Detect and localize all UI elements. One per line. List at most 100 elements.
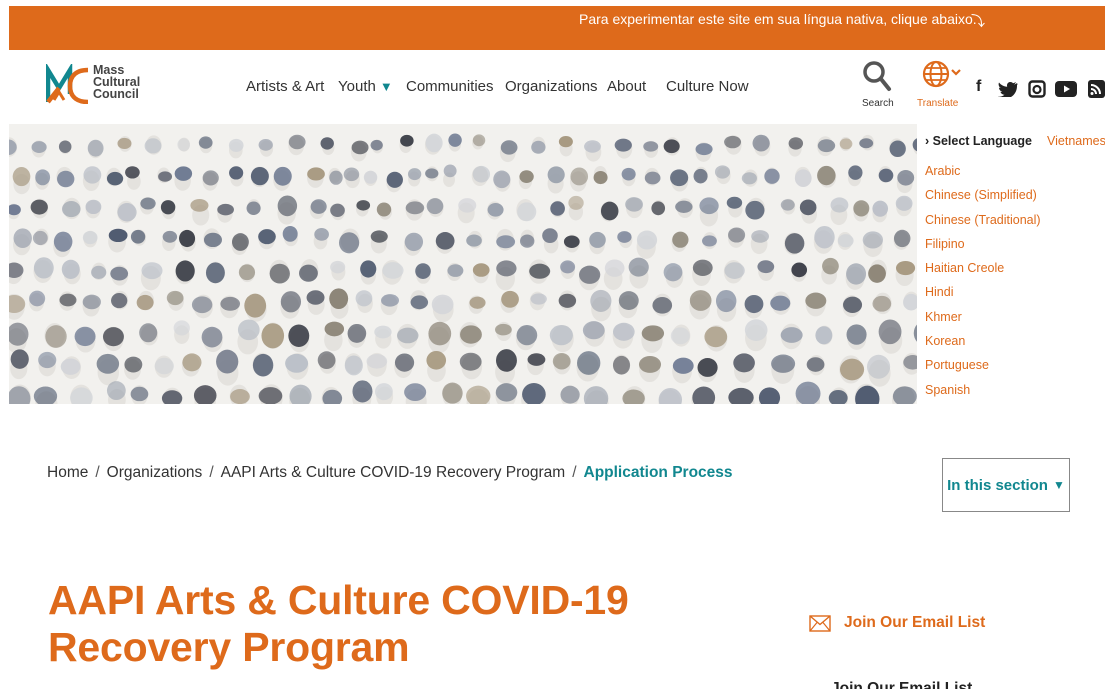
language-option[interactable]: Portuguese: [925, 353, 1041, 377]
crowd-head: [87, 139, 104, 159]
crowd-head: [471, 165, 491, 187]
crowd-head: [542, 228, 559, 254]
crowd-head: [799, 199, 818, 224]
crowd-head: [381, 260, 404, 285]
envelope-icon: [809, 614, 831, 632]
crowd-head: [329, 288, 349, 319]
crowd-head: [903, 291, 917, 311]
crowd-head: [9, 384, 31, 404]
crowd-head: [124, 356, 143, 380]
search-button[interactable]: Search: [862, 60, 894, 109]
breadcrumb-aapi-program[interactable]: AAPI Arts & Culture COVID-19 Recovery Pr…: [221, 464, 566, 481]
rss-icon[interactable]: [1088, 80, 1105, 98]
nav-communities[interactable]: Communities: [406, 78, 494, 95]
crowd-head: [457, 198, 477, 224]
translation-banner: Para experimentar este site em sua língu…: [9, 6, 1105, 50]
crowd-head: [699, 197, 719, 227]
crowd-head: [893, 229, 911, 250]
crowd-head: [370, 230, 388, 254]
crowd-head: [343, 167, 360, 189]
language-option[interactable]: Haitian Creole: [925, 256, 1041, 280]
logo-line-council: Council: [93, 87, 139, 101]
crowd-head: [91, 262, 107, 280]
crowd-head: [136, 290, 155, 311]
nav-youth[interactable]: Youth ▼: [338, 78, 393, 95]
language-option[interactable]: Hindi: [925, 280, 1041, 304]
crowd-head: [672, 357, 694, 384]
crowd-head: [366, 352, 388, 377]
nav-label: Communities: [406, 78, 494, 95]
language-option-vietnamese[interactable]: Vietnamese: [1047, 134, 1105, 148]
join-email-list-link[interactable]: Join Our Email List: [809, 614, 985, 632]
crowd-head: [828, 387, 849, 404]
crowd-head: [250, 166, 269, 188]
crowd-head: [285, 352, 309, 380]
crowd-head: [515, 325, 538, 351]
crowd-head: [895, 260, 916, 287]
crowd-head: [139, 197, 156, 215]
twitter-icon[interactable]: [998, 81, 1018, 97]
crowd-head: [237, 319, 260, 355]
crowd-head: [780, 198, 796, 215]
crowd-head: [578, 265, 601, 291]
crowd-head: [468, 295, 486, 314]
breadcrumb-home[interactable]: Home: [47, 464, 88, 481]
crowd-head: [282, 225, 298, 247]
facebook-icon[interactable]: f: [976, 78, 981, 96]
crowd-head: [847, 165, 863, 187]
language-option[interactable]: Chinese (Simplified): [925, 183, 1041, 207]
translate-label: Translate: [917, 98, 959, 109]
crowd-head: [839, 355, 865, 384]
in-this-section-button[interactable]: In this section ▼: [942, 458, 1070, 512]
nav-organizations[interactable]: Organizations: [505, 78, 598, 95]
crowd-head: [516, 199, 537, 222]
crowd-head: [691, 386, 716, 404]
crowd-head: [560, 385, 580, 404]
crowd-head: [60, 356, 82, 380]
nav-label: Artists & Art: [246, 78, 325, 95]
crowd-head: [813, 225, 835, 254]
caret-down-icon: ▼: [379, 79, 393, 94]
crowd-head: [733, 353, 755, 383]
instagram-icon[interactable]: [1028, 80, 1046, 98]
language-option[interactable]: Filipino: [925, 232, 1041, 256]
crowd-head: [405, 199, 425, 221]
crowd-head: [612, 322, 635, 349]
language-option[interactable]: Korean: [925, 329, 1041, 353]
crowd-head: [817, 165, 837, 188]
crowd-head: [651, 199, 666, 216]
crowd-head: [347, 323, 367, 348]
crowd-head: [313, 228, 329, 250]
crowd-head: [380, 294, 400, 316]
crowd-head: [166, 290, 184, 311]
crowd-head: [407, 168, 422, 187]
crowd-head: [442, 382, 463, 404]
crowd-head: [330, 203, 345, 221]
crowd-head: [289, 384, 312, 404]
crowd-head: [355, 290, 373, 314]
crowd-head: [895, 195, 913, 217]
crowd-head: [269, 259, 290, 284]
language-option[interactable]: Arabic: [925, 159, 1041, 183]
nav-label: Culture Now: [666, 78, 749, 95]
crowd-head: [82, 294, 101, 317]
globe-icon: [922, 60, 961, 88]
nav-culture-now[interactable]: Culture Now: [666, 78, 749, 95]
crowd-head: [563, 234, 580, 253]
crowd-head: [108, 228, 128, 253]
nav-about[interactable]: About: [607, 78, 646, 95]
crowd-head: [38, 351, 57, 377]
translate-button[interactable]: Translate: [917, 60, 967, 109]
language-option[interactable]: Chinese (Traditional): [925, 208, 1041, 232]
crowd-head: [258, 384, 283, 404]
crowd-head: [9, 293, 26, 320]
language-option[interactable]: Khmer: [925, 305, 1041, 329]
language-option[interactable]: Spanish: [925, 378, 1041, 402]
crowd-head: [621, 167, 636, 187]
crowd-head: [424, 133, 443, 155]
breadcrumb-organizations[interactable]: Organizations: [107, 464, 203, 481]
site-logo[interactable]: Mass Cultural Council: [45, 62, 156, 110]
youtube-icon[interactable]: [1055, 81, 1077, 97]
crowd-head: [258, 229, 276, 250]
nav-artists-art[interactable]: Artists & Art: [246, 78, 324, 95]
